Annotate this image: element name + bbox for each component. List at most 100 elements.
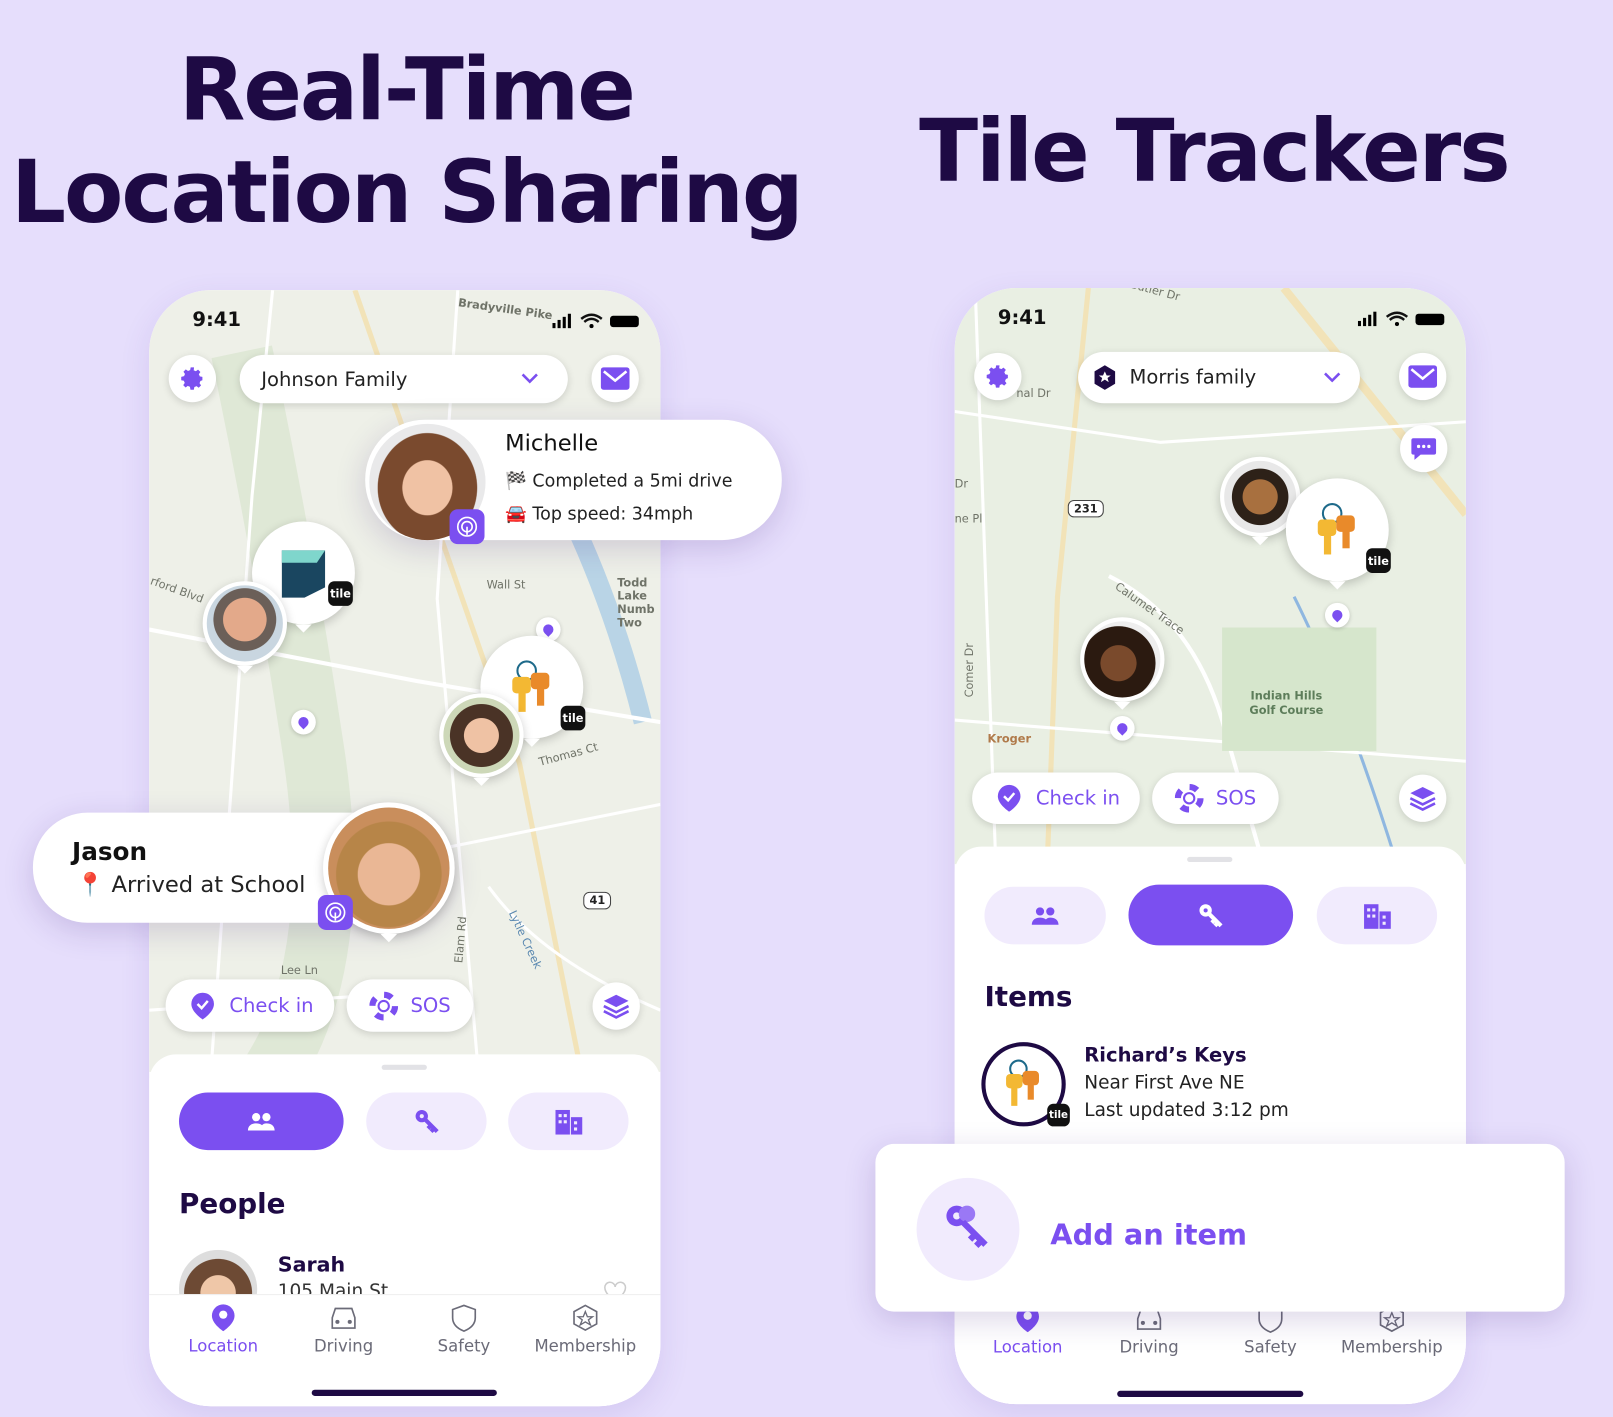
life360-badge [449, 509, 485, 545]
item-list-item[interactable]: tile Richard’s Keys Near First Ave NE La… [981, 1042, 1434, 1135]
tab-driving[interactable]: Driving [1087, 1304, 1210, 1357]
fingerprint-icon [325, 902, 346, 923]
lifebuoy-icon [1174, 783, 1204, 813]
tab-membership[interactable]: Membership [524, 1303, 647, 1356]
map-label: Lee Ln [280, 963, 318, 978]
mail-icon [600, 367, 630, 390]
segment-items[interactable] [1128, 884, 1294, 946]
building-icon [1363, 904, 1391, 929]
circle-selector[interactable]: Johnson Family [239, 354, 568, 404]
check-in-pin-icon [997, 784, 1021, 812]
lifebuoy-icon [369, 991, 399, 1020]
map-pin[interactable] [291, 709, 316, 735]
map-layers-button[interactable] [592, 982, 640, 1030]
circle-selector[interactable]: Morris family [1078, 351, 1360, 404]
tab-label: Driving [313, 1336, 374, 1356]
tab-bar: Location Driving Safety Membership [954, 1296, 1466, 1405]
segment-items[interactable] [366, 1092, 487, 1151]
map-pin[interactable] [1324, 602, 1350, 628]
tile-badge: tile [560, 705, 586, 731]
sos-label: SOS [1215, 786, 1257, 810]
member-marker-woman[interactable] [1080, 617, 1165, 710]
check-in-button[interactable]: Check in [165, 979, 335, 1032]
sheet-handle[interactable] [381, 1064, 427, 1070]
headline-left-line2: Location Sharing [11, 141, 804, 243]
avatar [443, 697, 520, 774]
check-in-label: Check in [1035, 786, 1121, 810]
avatar [206, 585, 283, 662]
segment-places[interactable] [1316, 886, 1438, 945]
member-marker-man[interactable] [202, 581, 288, 674]
keys-icon [1006, 1059, 1039, 1106]
map-pin[interactable] [1109, 715, 1135, 741]
tab-label: Location [188, 1336, 259, 1356]
sos-button[interactable]: SOS [346, 979, 474, 1032]
item-location: Near First Ave NE [1084, 1071, 1245, 1094]
sheet-handle[interactable] [1187, 856, 1233, 863]
chat-icon [1411, 438, 1437, 460]
avatar [178, 1249, 258, 1297]
settings-button[interactable] [974, 352, 1022, 401]
settings-button[interactable] [168, 354, 217, 403]
gear-icon [181, 367, 203, 390]
tab-location[interactable]: Location [162, 1303, 285, 1356]
map-label: Wall St [486, 578, 526, 592]
messages-button[interactable] [591, 354, 639, 403]
mail-icon [1408, 365, 1438, 388]
book-icon [281, 550, 326, 598]
map-label: nal Dr [1016, 386, 1051, 401]
map-roads [149, 290, 661, 1089]
member-name: Jason [72, 837, 148, 867]
tile-badge: tile [1047, 1103, 1070, 1127]
section-title: Items [984, 981, 1073, 1014]
people-icon [247, 1113, 275, 1131]
tab-label: Safety [1244, 1337, 1297, 1357]
status-icons [552, 313, 639, 329]
tile-badge: tile [1366, 548, 1391, 573]
map-label: Dr [954, 477, 969, 491]
tab-driving[interactable]: Driving [282, 1303, 405, 1356]
segment-people[interactable] [984, 886, 1106, 945]
tab-label: Membership [534, 1336, 637, 1356]
tab-membership[interactable]: Membership [1330, 1304, 1453, 1357]
segment-people[interactable] [178, 1092, 344, 1151]
map-label: Comer Dr [962, 642, 977, 698]
item-name: Richard’s Keys [1084, 1044, 1247, 1067]
building-icon [554, 1109, 582, 1135]
person-name: Sarah [277, 1251, 346, 1277]
check-in-button[interactable]: Check in [972, 772, 1140, 824]
member-card-michelle[interactable]: Michelle 🏁 Completed a 5mi drive 🚘 Top s… [365, 419, 782, 545]
tab-label: Membership [1340, 1337, 1443, 1357]
sos-label: SOS [410, 994, 451, 1017]
drive-summary: 🏁 Completed a 5mi drive [505, 471, 733, 492]
tab-location[interactable]: Location [966, 1304, 1089, 1357]
map-layers-button[interactable] [1399, 774, 1447, 822]
sos-button[interactable]: SOS [1152, 772, 1279, 824]
tile-keys-marker[interactable]: tile [1285, 478, 1391, 590]
highway-shield: 231 [1067, 499, 1104, 518]
headline-right: Tile Trackers [919, 100, 1511, 202]
tab-label: Safety [437, 1336, 491, 1356]
top-speed: 🚘 Top speed: 34mph [505, 504, 694, 525]
circle-name: Morris family [1129, 366, 1257, 389]
tab-safety[interactable]: Safety [402, 1303, 525, 1356]
keys-icon [946, 1205, 988, 1248]
chat-button[interactable] [1400, 424, 1448, 473]
chevron-down-icon [521, 373, 538, 384]
tab-safety[interactable]: Safety [1209, 1304, 1332, 1357]
fingerprint-icon [456, 516, 478, 537]
add-item-button[interactable]: Add an item [875, 1143, 1565, 1312]
map-label: ne Pl [954, 512, 983, 526]
person-list-item[interactable]: Sarah 105 Main St [178, 1249, 632, 1297]
messages-button[interactable] [1399, 352, 1447, 401]
status-time: 9:41 [997, 306, 1047, 330]
status-time: 9:41 [192, 308, 241, 332]
tab-label: Driving [1119, 1337, 1179, 1357]
add-item-icon-circle [916, 1177, 1020, 1281]
map[interactable]: Bradyville Pike Wall St Todd Lake Numb T… [149, 290, 661, 1089]
keys-icon [1317, 503, 1355, 555]
member-marker-woman[interactable] [439, 693, 524, 786]
segment-places[interactable] [508, 1092, 629, 1151]
layers-icon [1409, 786, 1436, 812]
star-badge-icon [573, 1304, 598, 1332]
